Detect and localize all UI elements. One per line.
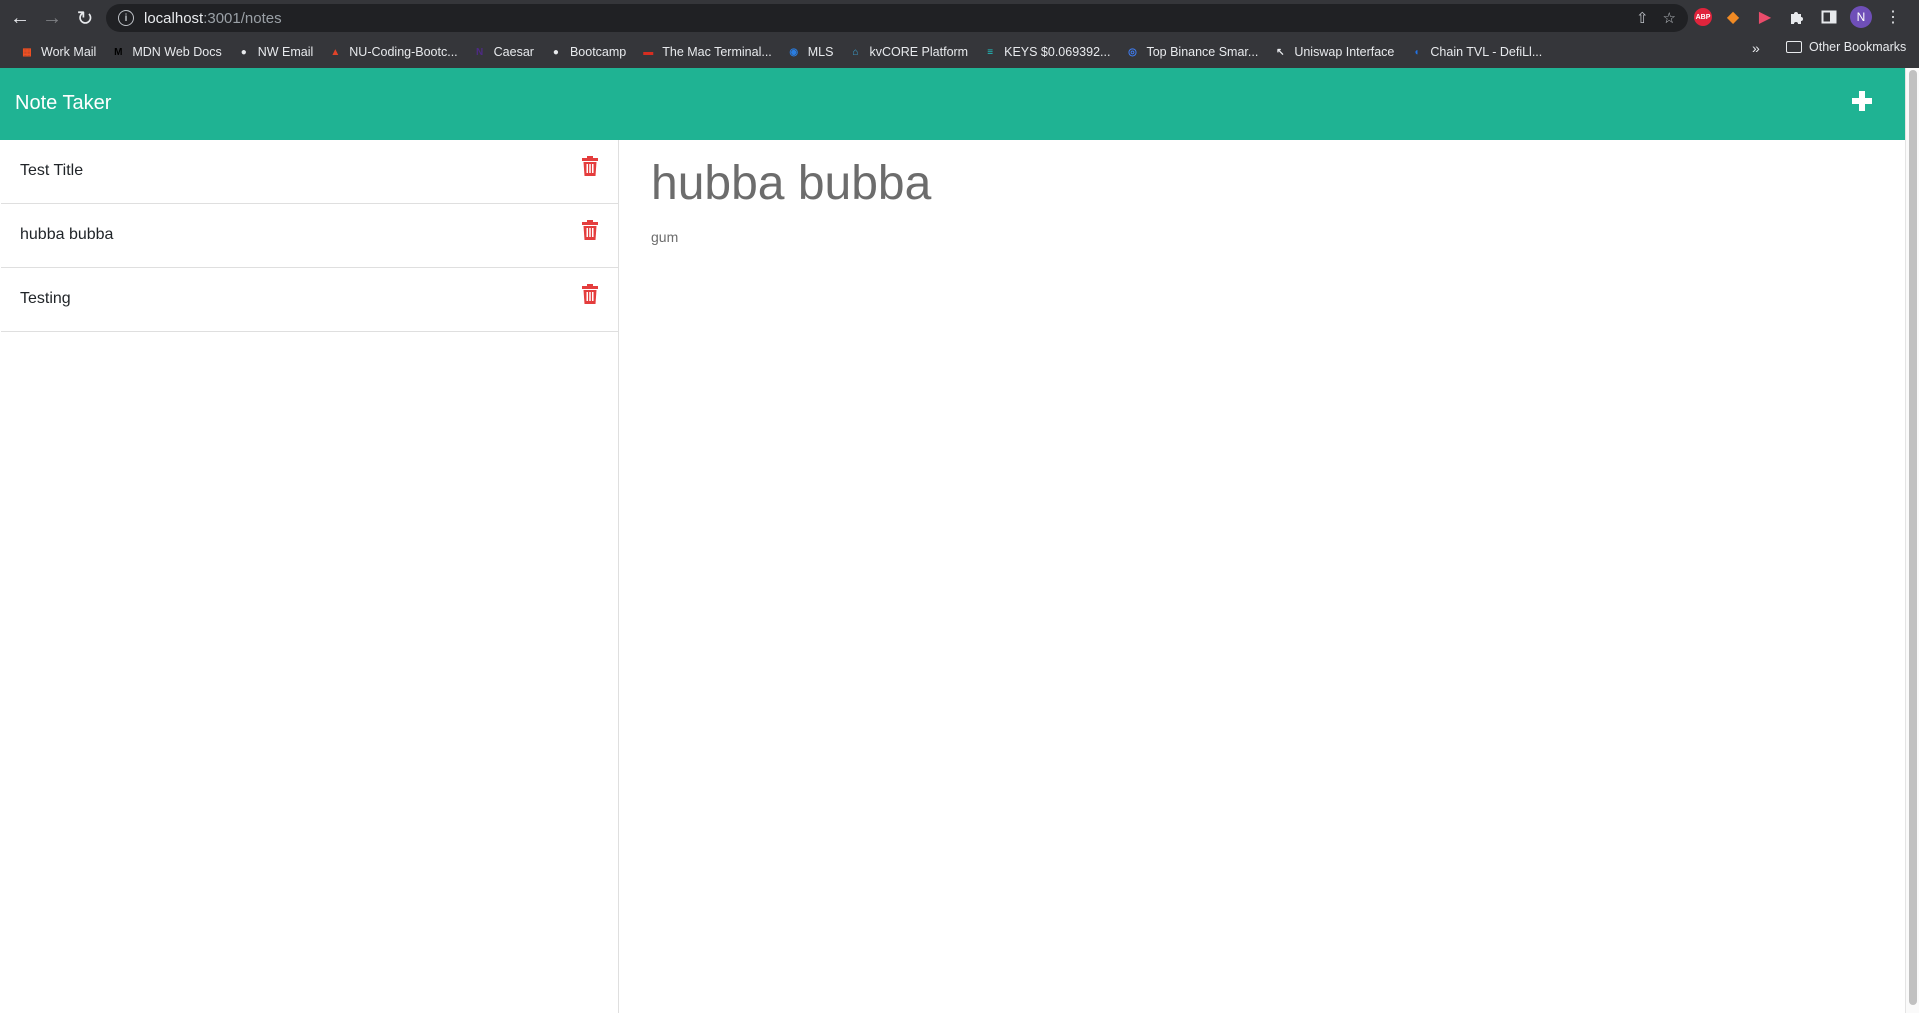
bookmark-label: NU-Coding-Bootc...: [349, 45, 458, 59]
note-list-item[interactable]: Testing: [1, 268, 618, 332]
bookmark-item[interactable]: ↖ Uniswap Interface: [1265, 40, 1401, 64]
bookmark-label: Work Mail: [41, 45, 97, 59]
bookmark-item[interactable]: ▲ NU-Coding-Bootc...: [320, 40, 464, 64]
terminal-icon: ▬: [643, 46, 654, 58]
bookmark-item[interactable]: ▦ Work Mail: [12, 40, 103, 64]
binance-icon: ◎: [1128, 46, 1137, 58]
bookmark-label: Chain TVL - DefiLl...: [1430, 45, 1543, 59]
record-icon[interactable]: ▶: [1754, 6, 1776, 28]
back-button[interactable]: ←: [4, 2, 36, 34]
bookmark-label: Bootcamp: [569, 45, 627, 59]
bookmark-label: MLS: [807, 45, 834, 59]
bookmark-star-icon[interactable]: ☆: [1663, 9, 1676, 27]
defillama-icon: ◖: [1413, 46, 1420, 58]
bookmark-item[interactable]: ● NW Email: [229, 40, 321, 64]
kvcore-icon: ⌂: [852, 46, 859, 58]
navbar: Note Taker: [0, 68, 1905, 140]
url-text[interactable]: localhost:3001/notes: [144, 10, 282, 27]
bookmark-label: The Mac Terminal...: [662, 45, 772, 59]
address-bar[interactable]: i localhost:3001/notes ⇧ ☆: [106, 4, 1688, 32]
note-editor: hubba bubba gum: [620, 140, 1905, 1013]
note-list-title[interactable]: Testing: [20, 290, 71, 308]
bookmark-item[interactable]: ◎ Top Binance Smar...: [1117, 40, 1265, 64]
bookmark-item[interactable]: ▬ The Mac Terminal...: [633, 40, 779, 64]
bookmark-item[interactable]: ◖ Chain TVL - DefiLl...: [1401, 40, 1549, 64]
bookmark-item[interactable]: N Caesar: [465, 40, 541, 64]
bookmark-item[interactable]: ● Bootcamp: [541, 40, 633, 64]
bookmarks-bar: ▦ Work Mail M MDN Web Docs ● NW Email ▲ NU-Codi…: [0, 36, 1919, 68]
mls-icon: ◉: [789, 46, 799, 58]
fox-icon[interactable]: ◆: [1722, 6, 1744, 28]
n-icon: N: [476, 46, 484, 58]
browser-chrome: ← → ↻ i localhost:3001/notes ⇧ ☆ ABP ◆ ▶…: [0, 0, 1919, 68]
forward-button[interactable]: →: [36, 2, 68, 34]
note-taker-app: Note Taker Test Title hubba bubba Testin…: [0, 68, 1905, 1013]
globe-icon: ●: [240, 46, 247, 58]
bookmark-item[interactable]: ≡ KEYS $0.069392...: [975, 40, 1117, 64]
url-path: :3001/notes: [203, 9, 282, 27]
bookmark-item[interactable]: ⌂ kvCORE Platform: [840, 40, 975, 64]
bookmark-label: Uniswap Interface: [1294, 45, 1395, 59]
globe-icon: ●: [552, 46, 559, 58]
mdn-icon: M: [114, 46, 123, 58]
other-bookmarks-label: Other Bookmarks: [1809, 40, 1907, 54]
bookmark-item[interactable]: ◉ MLS: [779, 40, 841, 64]
bookmark-label: MDN Web Docs: [132, 45, 222, 59]
bookmark-label: NW Email: [257, 45, 314, 59]
trash-icon[interactable]: [582, 156, 598, 176]
note-list-item[interactable]: hubba bubba: [1, 204, 618, 268]
keys-icon: ≡: [987, 46, 994, 58]
bookmark-label: KEYS $0.069392...: [1004, 45, 1111, 59]
bookmark-label: Top Binance Smar...: [1146, 45, 1259, 59]
abp-icon[interactable]: ABP: [1694, 8, 1712, 26]
new-note-button[interactable]: [1848, 84, 1876, 116]
note-title-input[interactable]: hubba bubba: [651, 156, 931, 211]
plus-icon: [1852, 91, 1872, 111]
cursor-icon: ↖: [1276, 46, 1285, 58]
puzzle-icon[interactable]: [1786, 6, 1808, 28]
profile-avatar[interactable]: N: [1850, 6, 1872, 28]
sidebar-icon[interactable]: [1818, 6, 1840, 28]
scrollbar-thumb[interactable]: [1909, 70, 1917, 1005]
bookmark-label: kvCORE Platform: [869, 45, 969, 59]
notes-list: Test Title hubba bubba Testing: [0, 140, 619, 1013]
extensions-area: ABP ◆ ▶ N ⋮: [1694, 6, 1904, 28]
note-text-area[interactable]: gum: [651, 229, 678, 245]
gitlab-icon: ▲: [330, 46, 341, 58]
trash-icon[interactable]: [582, 220, 598, 240]
windows-icon: ▦: [22, 46, 32, 58]
share-icon[interactable]: ⇧: [1636, 9, 1649, 27]
menu-icon[interactable]: ⋮: [1882, 6, 1904, 28]
reload-button[interactable]: ↻: [69, 2, 101, 34]
bookmarks-more-button[interactable]: »: [1752, 40, 1760, 56]
trash-icon[interactable]: [582, 284, 598, 304]
brand-title[interactable]: Note Taker: [15, 92, 111, 115]
bookmark-label: Caesar: [493, 45, 534, 59]
bookmark-item[interactable]: M MDN Web Docs: [103, 40, 228, 64]
url-host: localhost: [144, 9, 204, 27]
page-scrollbar[interactable]: [1905, 68, 1919, 1013]
other-bookmarks[interactable]: Other Bookmarks: [1786, 40, 1906, 54]
site-info-icon[interactable]: i: [118, 10, 134, 26]
folder-icon: [1786, 41, 1802, 53]
note-list-title[interactable]: hubba bubba: [20, 226, 113, 244]
note-list-title[interactable]: Test Title: [20, 162, 83, 180]
note-list-item[interactable]: Test Title: [1, 140, 618, 204]
browser-toolbar: ← → ↻ i localhost:3001/notes ⇧ ☆ ABP ◆ ▶…: [0, 0, 1919, 36]
